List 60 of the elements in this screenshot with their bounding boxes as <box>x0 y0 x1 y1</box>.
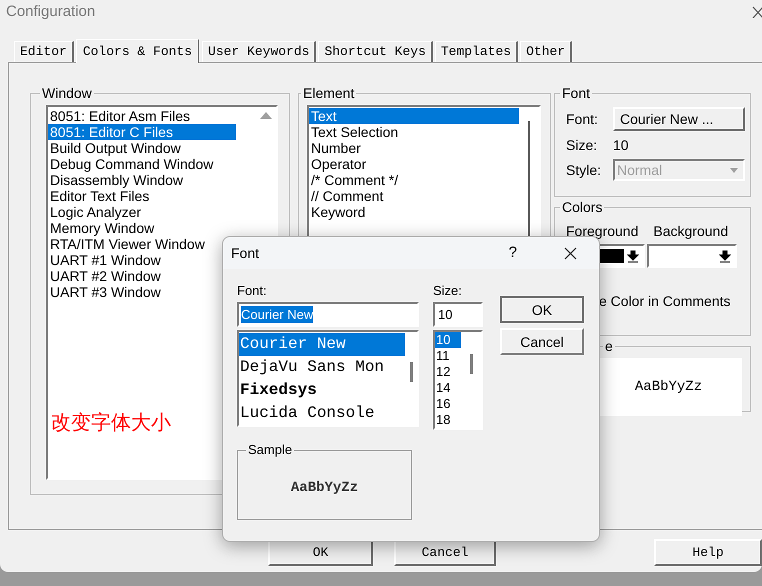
background-picker[interactable] <box>647 244 737 268</box>
size-list-item[interactable]: 10 <box>435 332 461 348</box>
scrollbar-thumb[interactable] <box>470 354 472 374</box>
group-label: Colors <box>561 199 604 215</box>
list-item[interactable]: /* Comment */ <box>309 172 519 188</box>
size-list-item[interactable]: 16 <box>435 396 461 412</box>
list-item[interactable]: Memory Window <box>48 220 236 236</box>
list-item[interactable]: Keyword <box>309 204 519 220</box>
scrollbar-thumb[interactable] <box>410 362 412 382</box>
size-list-item[interactable]: 12 <box>435 364 461 380</box>
group-label: Element <box>302 85 356 101</box>
size-list-item[interactable]: 18 <box>435 412 461 428</box>
font-name-field[interactable]: Courier New <box>237 302 419 327</box>
size-label: Size: <box>566 137 598 153</box>
list-item[interactable]: Text <box>309 108 519 124</box>
font-label: Font: <box>237 283 268 299</box>
sample-text: AaBbYyZz <box>634 379 702 395</box>
font-list-item[interactable]: DejaVu Sans Mon <box>239 356 405 379</box>
list-item[interactable]: Disassembly Window <box>48 172 236 188</box>
down-arrow-icon[interactable] <box>719 249 731 263</box>
size-list-item[interactable]: 14 <box>435 380 461 396</box>
size-value: 10 <box>613 137 629 153</box>
dialog-button[interactable]: Help <box>654 539 762 566</box>
list-item[interactable]: 8051: Editor C Files <box>48 124 236 140</box>
help-button[interactable]: ? <box>508 245 517 261</box>
list-item[interactable]: Editor Text Files <box>48 188 236 204</box>
font-label: Font: <box>566 111 599 127</box>
font-list-item[interactable]: Lucida Console <box>239 402 405 425</box>
close-icon[interactable] <box>564 246 577 260</box>
sample-text: AaBbYyZz <box>290 480 358 496</box>
list-item[interactable]: Debug Command Window <box>48 156 236 172</box>
scroll-up-icon[interactable] <box>260 111 272 119</box>
size-list-item[interactable]: 11 <box>435 348 461 364</box>
window-title: Configuration <box>6 4 96 20</box>
list-item[interactable]: Build Output Window <box>48 140 236 156</box>
group-label: Window <box>41 85 93 101</box>
font-button[interactable]: Courier New ... <box>613 107 745 131</box>
list-item[interactable]: // Comment <box>309 188 519 204</box>
style-label: Style: <box>566 162 602 178</box>
close-icon[interactable] <box>752 6 762 18</box>
list-item[interactable]: Number <box>309 140 519 156</box>
font-list-item[interactable]: Courier New <box>239 333 405 356</box>
list-item[interactable]: Operator <box>309 156 519 172</box>
list-item[interactable]: Logic Analyzer <box>48 204 236 220</box>
option-label: e Color in Comments <box>599 293 732 309</box>
tab[interactable]: Colors & Fonts <box>76 39 200 63</box>
foreground-label: Foreground <box>566 223 638 239</box>
group-label: Font <box>561 85 592 101</box>
list-item[interactable]: 8051: Editor Asm Files <box>48 108 236 124</box>
list-item[interactable]: Text Selection <box>309 124 519 140</box>
size-field[interactable]: 10 <box>433 302 483 327</box>
down-arrow-icon[interactable] <box>627 249 639 263</box>
cancel-button[interactable]: Cancel <box>500 328 584 355</box>
background-label: Background <box>653 223 728 239</box>
ok-button[interactable]: OK <box>500 296 584 323</box>
font-list-item[interactable]: Fixedsys <box>239 379 405 402</box>
dialog-title: Font <box>231 245 260 261</box>
group-label: Sample <box>247 442 294 458</box>
size-label: Size: <box>433 283 463 299</box>
group-label: e <box>604 338 614 354</box>
